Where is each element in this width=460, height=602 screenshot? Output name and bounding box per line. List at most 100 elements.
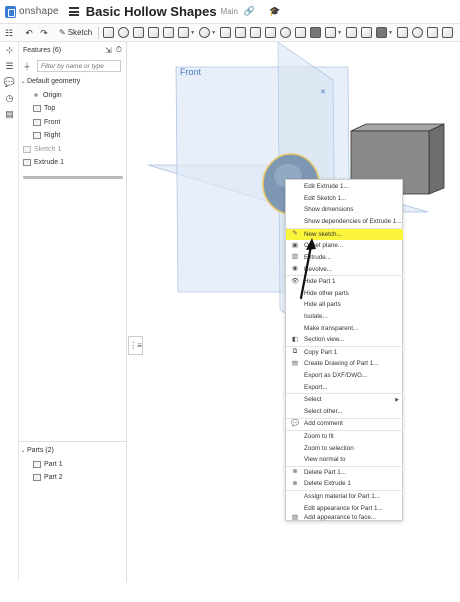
box-side-face[interactable] xyxy=(428,123,445,195)
tree-item-origin[interactable]: Origin xyxy=(19,89,127,103)
tree-item-sketch[interactable]: Sketch 1 xyxy=(19,143,127,157)
chevron-down-icon[interactable]: ▼ xyxy=(190,30,195,36)
menu-item-add-comment[interactable]: 💬 Add comment xyxy=(286,418,403,430)
menu-item-edit-appearance[interactable]: Edit appearance for Part 1... xyxy=(286,502,403,514)
menu-item-zoom-to-selection[interactable]: Zoom to selection xyxy=(286,442,403,454)
features-list-icon[interactable]: ☰ xyxy=(0,58,19,74)
rollback-icon[interactable]: ⇲ xyxy=(105,46,112,55)
sketch-button-label: Sketch xyxy=(67,28,93,37)
top-bar: onshape Basic Hollow Shapes Main 🔗 🎓 xyxy=(0,0,460,24)
menu-item-section-view[interactable]: ◧ Section view... xyxy=(286,334,403,346)
split-tool-icon[interactable] xyxy=(325,27,337,38)
insert-icon[interactable]: ⊹ xyxy=(0,42,19,58)
hole-tool-icon[interactable] xyxy=(280,27,292,38)
onshape-logo[interactable]: onshape xyxy=(5,5,59,18)
list-item[interactable]: Part 2 xyxy=(19,471,127,485)
boolean-tool-icon[interactable] xyxy=(310,27,322,38)
menu-item-label: Revolve... xyxy=(304,265,332,273)
measure-tool-icon[interactable] xyxy=(441,27,453,38)
box-top-face[interactable] xyxy=(350,123,445,132)
revolve-tool-icon[interactable] xyxy=(118,27,130,38)
menu-item-add-appearance[interactable]: ▨ Add appearance to face... xyxy=(286,514,403,522)
redo-icon[interactable]: ↷ xyxy=(38,27,50,39)
menu-item-view-normal-to[interactable]: View normal to xyxy=(286,454,403,466)
menu-item-hide-part[interactable]: 👁 Hide Part 1 xyxy=(286,276,403,288)
tree-item-top[interactable]: Top xyxy=(19,102,127,116)
shell-tool-icon[interactable] xyxy=(265,27,277,38)
menu-item-show-dimensions[interactable]: Show dimensions xyxy=(286,204,403,216)
rollback-bar[interactable] xyxy=(23,176,123,179)
parts-header-label: Parts (2) xyxy=(27,447,54,455)
chevron-down-icon[interactable]: ⌄ xyxy=(19,78,27,85)
menu-item-extrude[interactable]: ▥ Extrude... xyxy=(286,252,403,264)
draft-tool-icon[interactable] xyxy=(235,27,247,38)
menu-item-make-transparent[interactable]: Make transparent... xyxy=(286,322,403,334)
transform-tool-icon[interactable] xyxy=(346,27,358,38)
tree-item-default-geometry[interactable]: ⌄ Default geometry xyxy=(19,75,127,89)
document-title[interactable]: Basic Hollow Shapes xyxy=(86,4,217,19)
feature-list-toggle-icon[interactable]: ☷ xyxy=(3,27,15,39)
sweep-tool-icon[interactable] xyxy=(133,27,145,38)
extrude-tool-icon[interactable] xyxy=(103,27,115,38)
menu-item-delete-part[interactable]: ⊗ Delete Part 1... xyxy=(286,467,403,479)
rib-tool-icon[interactable] xyxy=(250,27,262,38)
feature-toolbar: ☷ ↶ ↷ ✎ Sketch ▼ ▼ ▼ ▼ xyxy=(0,24,460,42)
enclose-tool-icon[interactable] xyxy=(178,27,190,38)
menu-item-hide-other-parts[interactable]: Hide other parts xyxy=(286,288,403,300)
menu-item-copy-part[interactable]: ⧉ Copy Part 1 xyxy=(286,347,403,359)
list-item[interactable]: Part 1 xyxy=(19,458,127,472)
menu-item-select-other[interactable]: Select other... xyxy=(286,406,403,418)
branch-label[interactable]: Main xyxy=(221,7,238,16)
comments-icon[interactable]: 💬 xyxy=(0,74,19,90)
loft-tool-icon[interactable] xyxy=(148,27,160,38)
thicken-tool-icon[interactable] xyxy=(163,27,175,38)
tree-item-extrude[interactable]: Extrude 1 xyxy=(19,156,127,170)
plane-tool-icon[interactable] xyxy=(396,27,408,38)
menu-item-zoom-to-fit[interactable]: Zoom to fit xyxy=(286,431,403,443)
chevron-down-icon[interactable]: ▼ xyxy=(388,30,393,36)
menu-item-label: Show dependencies of Extrude 1... xyxy=(304,218,402,226)
helix-tool-icon[interactable] xyxy=(411,27,423,38)
pencil-icon: ✎ xyxy=(59,28,66,37)
chamfer-tool-icon[interactable] xyxy=(220,27,232,38)
education-icon[interactable]: 🎓 xyxy=(269,6,280,17)
clock-icon[interactable]: ⏱ xyxy=(116,45,122,55)
menu-item-hide-all-parts[interactable]: Hide all parts xyxy=(286,299,403,311)
chevron-down-icon[interactable]: ▼ xyxy=(211,30,216,36)
link-icon[interactable]: 🔗 xyxy=(244,6,255,17)
menu-item-export[interactable]: Export... xyxy=(286,381,403,393)
menu-item-isolate[interactable]: Isolate... xyxy=(286,311,403,323)
menu-item-delete-extrude[interactable]: ⊗ Delete Extrude 1 xyxy=(286,478,403,490)
mirror-tool-icon[interactable] xyxy=(361,27,373,38)
mate-connector-tool-icon[interactable] xyxy=(426,27,438,38)
menu-item-revolve[interactable]: ◉ Revolve... xyxy=(286,263,403,275)
parts-header[interactable]: ⌄ Parts (2) xyxy=(19,444,127,458)
menu-item-edit-sketch[interactable]: Edit Sketch 1... xyxy=(286,193,403,205)
linear-pattern-tool-icon[interactable] xyxy=(295,27,307,38)
panel-divider xyxy=(19,441,127,442)
feature-list-panel: Features (6) ⇲ ⏱ ⏚ ⌄ Default geometry Or… xyxy=(19,42,127,582)
feature-filter-input[interactable] xyxy=(37,60,121,72)
menu-item-assign-material[interactable]: Assign material for Part 1... xyxy=(286,491,403,503)
history-icon[interactable]: ◷ xyxy=(0,90,19,106)
menu-icon[interactable] xyxy=(68,7,79,16)
tree-item-right[interactable]: Right xyxy=(19,129,127,143)
menu-item-offset-plane[interactable]: ▣ Offset plane... xyxy=(286,240,403,252)
chevron-down-icon[interactable]: ⌄ xyxy=(19,447,27,454)
tree-item-front[interactable]: Front xyxy=(19,116,127,130)
menu-item-export-dxf[interactable]: Export as DXF/DWG... xyxy=(286,370,403,382)
plane-icon: ▣ xyxy=(291,241,299,249)
menu-item-create-drawing[interactable]: ▤ Create Drawing of Part 1... xyxy=(286,358,403,370)
menu-item-edit-extrude[interactable]: Edit Extrude 1... xyxy=(286,181,403,193)
menu-item-show-dependencies[interactable]: Show dependencies of Extrude 1... xyxy=(286,216,403,228)
features-count-label: Features (6) xyxy=(23,46,62,54)
variable-tool-icon[interactable] xyxy=(376,27,388,38)
plane-label-front: Front xyxy=(180,67,202,77)
menu-item-new-sketch[interactable]: ✎ New sketch... xyxy=(286,228,403,241)
chevron-down-icon[interactable]: ▼ xyxy=(337,30,342,36)
menu-item-select[interactable]: Select ▶ xyxy=(286,394,403,406)
variables-table-icon[interactable]: ▤ xyxy=(0,106,19,122)
fillet-tool-icon[interactable] xyxy=(199,27,211,38)
undo-icon[interactable]: ↶ xyxy=(23,27,35,39)
sketch-button[interactable]: ✎ Sketch xyxy=(56,26,95,39)
